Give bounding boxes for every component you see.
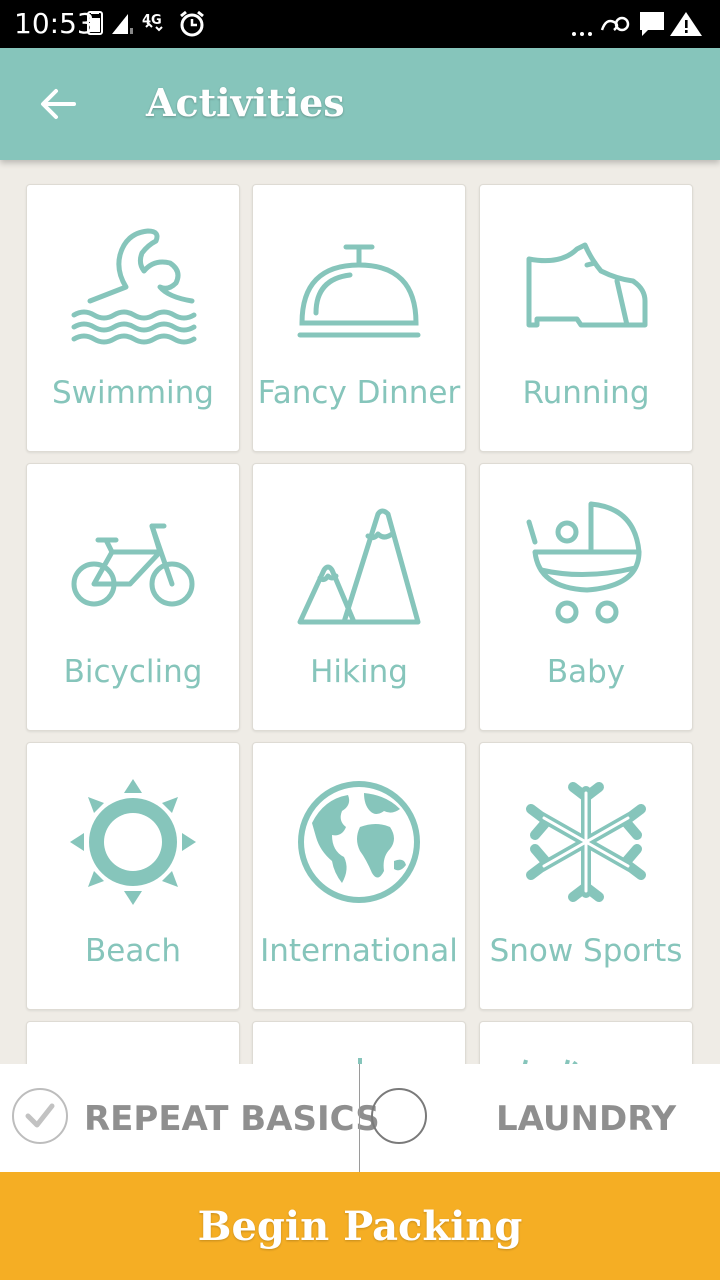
status-time: 10:53 (14, 7, 95, 40)
back-button[interactable] (26, 72, 90, 136)
activity-card-running[interactable]: Running (479, 184, 693, 452)
activity-label: Snow Sports (489, 933, 683, 969)
wifi-calling-icon (600, 16, 630, 32)
activity-card-bicycling[interactable]: Bicycling (26, 463, 240, 731)
activity-card-partial[interactable] (252, 1021, 466, 1064)
begin-packing-button[interactable]: Begin Packing (0, 1172, 720, 1280)
signal-icon (112, 14, 133, 34)
activity-label: International (260, 933, 458, 969)
laundry-checkbox[interactable] (371, 1088, 427, 1144)
status-bar: 10:53 4G (0, 0, 720, 48)
activity-label: Fancy Dinner (257, 375, 461, 411)
activity-card-snow-sports[interactable]: Snow Sports (479, 742, 693, 1010)
activity-label: Hiking (310, 654, 408, 690)
mountain-icon (297, 508, 421, 625)
warning-icon (670, 12, 702, 36)
activity-label: Baby (546, 654, 626, 690)
activity-grid: Swimming Fancy Dinner Running Bicycling … (0, 160, 720, 1064)
stroller-icon (526, 501, 642, 624)
arrow-left-icon (41, 89, 76, 119)
activity-label: Running (522, 375, 650, 411)
activity-card-hiking[interactable]: Hiking (252, 463, 466, 731)
battery-icon (87, 11, 103, 35)
activity-card-baby[interactable]: Baby (479, 463, 693, 731)
shoe-icon (526, 242, 648, 328)
status-right-icons (572, 12, 702, 36)
repeat-basics-toggle[interactable]: REPEAT BASICS (0, 1064, 380, 1172)
checkmark-icon (25, 1103, 55, 1128)
activity-label: Swimming (52, 375, 214, 411)
begin-packing-label: Begin Packing (197, 1202, 523, 1250)
cloche-icon (297, 244, 421, 338)
alarm-icon (180, 10, 204, 37)
activity-card-partial[interactable] (26, 1021, 240, 1064)
swimming-icon (71, 228, 197, 345)
status-left-icons: 4G (87, 10, 204, 37)
repeat-basics-label: REPEAT BASICS (84, 1099, 380, 1139)
app-bar: Activities (0, 48, 720, 160)
network-4g-icon: 4G (142, 13, 163, 32)
activity-card-partial[interactable] (479, 1021, 693, 1064)
laundry-toggle[interactable]: LAUNDRY (360, 1064, 720, 1172)
page-title: Activities (146, 80, 345, 125)
activity-label: Bicycling (63, 654, 203, 690)
options-bar: REPEAT BASICS LAUNDRY (0, 1064, 720, 1172)
activity-card-beach[interactable]: Beach (26, 742, 240, 1010)
snowflake-icon (526, 782, 646, 902)
activity-card-fancy-dinner[interactable]: Fancy Dinner (252, 184, 466, 452)
activity-label: Beach (84, 933, 182, 969)
overflow-dots-icon (572, 32, 592, 36)
sun-icon (70, 779, 196, 905)
activity-card-swimming[interactable]: Swimming (26, 184, 240, 452)
message-icon (640, 12, 664, 36)
globe-icon (298, 781, 420, 903)
repeat-basics-checkbox[interactable] (12, 1088, 68, 1144)
laundry-label: LAUNDRY (496, 1099, 677, 1139)
bicycle-icon (71, 523, 195, 607)
activity-card-international[interactable]: International (252, 742, 466, 1010)
